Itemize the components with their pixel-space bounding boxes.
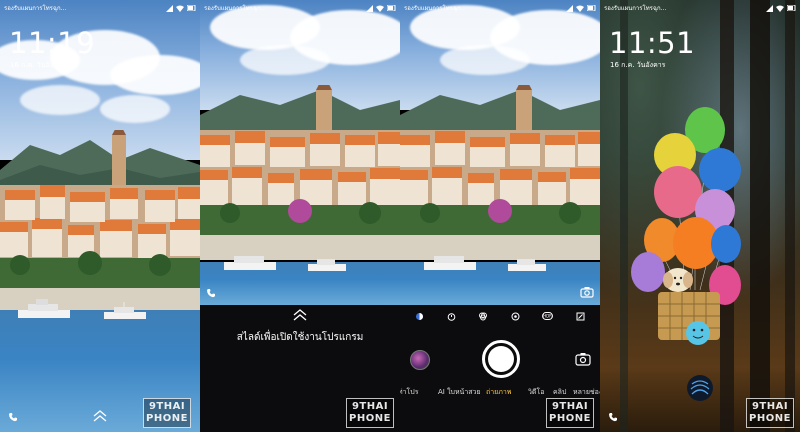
battery-icon [787,5,796,11]
wifi-icon [176,5,184,12]
carrier-label: รองรับแผนการโทรฉุก... [404,5,467,12]
phone-icon[interactable] [206,288,216,298]
wifi-icon [576,5,584,12]
status-bar: รองรับแผนการโทรฉุก... [4,3,196,13]
chevron-up-icon[interactable] [92,410,108,422]
lock-clock: 11:19 [9,26,96,60]
color-filter-icon[interactable] [415,312,424,321]
mode-photo[interactable]: ถ่ายภาพ [486,387,511,398]
lock-date: 16 ก.ค. วันอังคาร [10,61,66,69]
battery-icon [187,5,196,11]
expand-icon[interactable] [576,312,585,321]
status-bar: รองรับแผนการโทรฉุก... [604,3,796,13]
mode-pro[interactable]: ท่าโปร [400,387,419,398]
mode-clip[interactable]: คลิป [553,387,566,398]
battery-icon [387,5,396,11]
lockscreen-panel-2: รองรับแผนการโทรฉุก... 11:51 16 ก.ค. วันอ… [600,0,800,432]
watermark: 9THAI PHONE [746,398,794,428]
lockscreen-panel-1: รองรับแผนการโทรฉุก... 11:19 16 ก.ค. วันอ… [0,0,200,432]
screenshot-strip: รองรับแผนการโทรฉุก... 11:19 16 ก.ค. วันอ… [0,0,800,432]
lock-date: 16 ก.ค. วันอังคาร [610,61,666,69]
signal-icon [766,4,773,12]
slide-hint: สไลด์เพื่อเปิดใช้งานโปรแกรม [236,332,364,343]
status-bar: รองรับแผนการโทรฉุก... [404,3,596,13]
camera-panel: รองรับแผนการโทรฉุก... HDR ท่าโปร AI ใบหน… [400,0,600,432]
status-bar: รองรับแผนการโทรฉุก... [204,3,396,13]
lock-clock: 11:51 [609,26,696,60]
fingerprint-icon[interactable] [686,374,714,402]
carrier-label: รองรับแผนการโทรฉุก... [204,5,267,12]
mode-ai-beauty[interactable]: AI ใบหน้าสวย [438,387,481,398]
battery-icon [587,5,596,11]
carrier-label: รองรับแผนการโทรฉุก... [604,5,667,12]
svg-text:HDR: HDR [543,314,552,319]
slide-panel: รองรับแผนการโทรฉุก... สไลด์เพื่อเปิดใช้ง… [200,0,400,432]
carrier-label: รองรับแผนการโทรฉุก... [4,5,67,12]
mode-video[interactable]: วิดีโอ [528,387,544,398]
wifi-icon [776,5,784,12]
signal-icon [366,4,373,12]
camera-toolbar: HDR [400,305,600,327]
signal-icon [566,4,573,12]
camera-icon[interactable] [580,286,594,298]
phone-icon[interactable] [8,412,18,422]
filters-icon[interactable] [478,312,488,321]
watermark: 9THAI PHONE [346,398,394,428]
timer-icon[interactable] [447,312,456,321]
phone-icon[interactable] [608,412,618,422]
shutter-button[interactable] [482,340,520,378]
flip-camera-icon[interactable] [575,352,591,366]
mode-multi[interactable]: หลายช่อง [573,387,600,398]
wifi-icon [376,5,384,12]
chevron-up-icon[interactable] [292,309,308,321]
watermark: 9THAI PHONE [546,398,594,428]
gallery-thumbnail[interactable] [410,350,430,370]
hdr-icon[interactable]: HDR [542,312,554,320]
signal-icon [166,4,173,12]
aperture-icon[interactable] [511,312,520,321]
watermark: 9THAI PHONE [143,398,191,428]
